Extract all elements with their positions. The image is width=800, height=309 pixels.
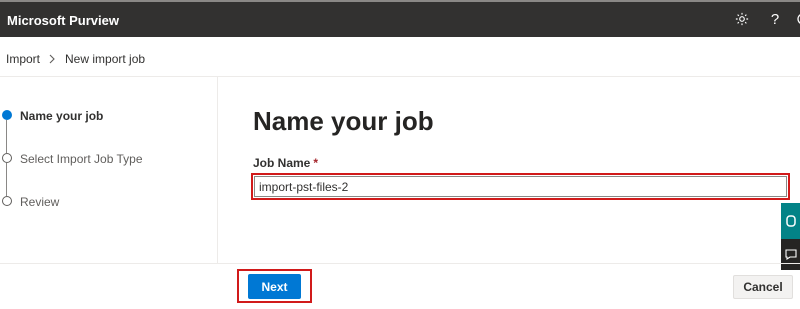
sidebar-divider	[217, 77, 218, 263]
wizard-step-label: Name your job	[20, 109, 104, 123]
step-pending-indicator	[2, 153, 12, 163]
job-name-label: Job Name *	[253, 156, 318, 170]
breadcrumb: Import New import job	[6, 52, 145, 66]
job-name-label-text: Job Name	[253, 156, 311, 170]
wizard-step-label: Select Import Job Type	[20, 152, 143, 166]
footer-divider	[0, 263, 800, 264]
help-icon[interactable]: ?	[767, 11, 783, 28]
chat-icon[interactable]	[781, 239, 800, 270]
step-connector	[6, 120, 7, 153]
breadcrumb-current: New import job	[65, 52, 146, 66]
gear-icon[interactable]	[734, 11, 750, 27]
breadcrumb-divider	[0, 76, 800, 77]
cancel-button[interactable]: Cancel	[733, 275, 793, 299]
more-icon[interactable]	[793, 11, 800, 27]
feedback-icon[interactable]	[781, 203, 800, 239]
page-title: Name your job	[253, 106, 434, 136]
step-pending-indicator	[2, 196, 12, 206]
top-bar: Microsoft Purview ?	[0, 0, 800, 37]
job-name-input[interactable]	[254, 176, 787, 197]
step-active-indicator	[2, 110, 12, 120]
step-connector	[6, 163, 7, 196]
wizard-step-label: Review	[20, 195, 60, 209]
next-button[interactable]: Next	[248, 274, 301, 299]
chevron-right-icon	[49, 54, 56, 64]
breadcrumb-import-link[interactable]: Import	[6, 52, 40, 66]
app-title[interactable]: Microsoft Purview	[7, 13, 119, 28]
required-marker: *	[313, 156, 319, 170]
